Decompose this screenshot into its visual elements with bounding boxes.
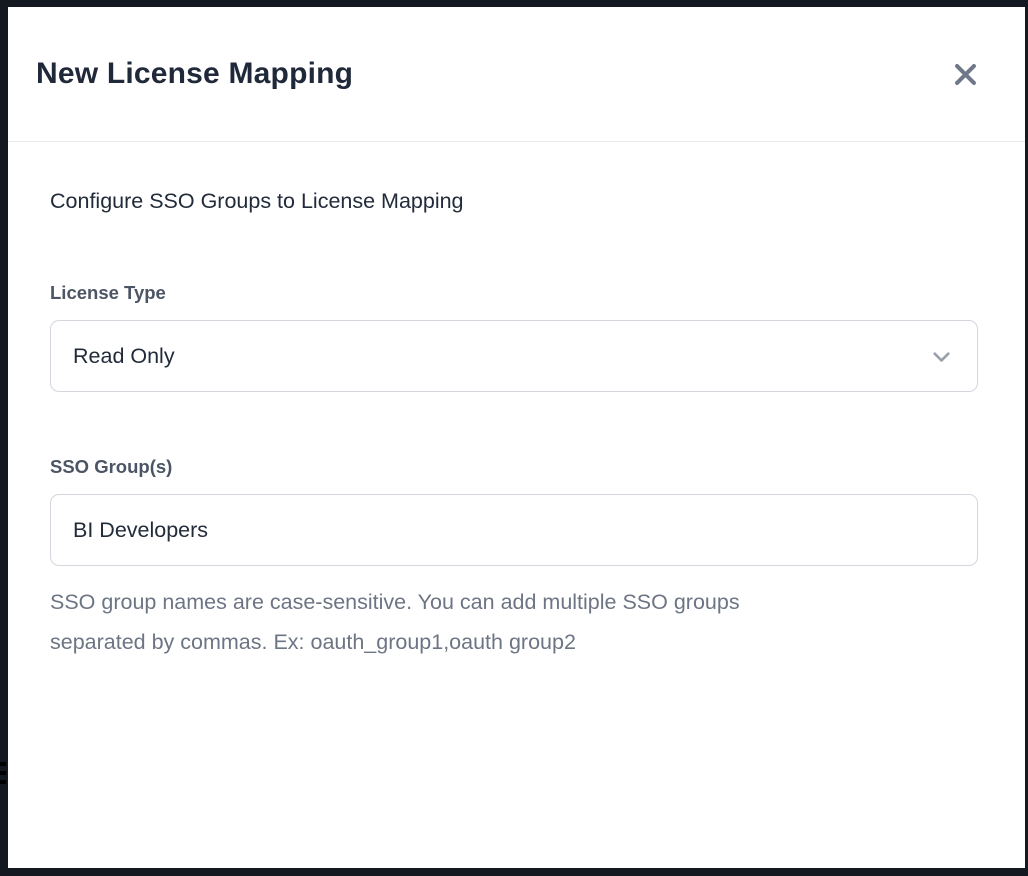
new-license-mapping-modal: New License Mapping Configure SSO Groups… xyxy=(8,7,1025,868)
sso-groups-input[interactable] xyxy=(50,494,978,566)
license-type-label: License Type xyxy=(50,280,978,306)
sso-groups-help-line2: separated by commas. Ex: oauth_group1,oa… xyxy=(50,622,930,662)
modal-body: Configure SSO Groups to License Mapping … xyxy=(8,142,1025,662)
close-icon xyxy=(952,61,979,88)
modal-subtitle: Configure SSO Groups to License Mapping xyxy=(50,188,978,214)
chevron-down-icon xyxy=(928,343,955,370)
close-button[interactable] xyxy=(948,57,983,92)
sso-groups-label: SSO Group(s) xyxy=(50,454,978,480)
modal-title: New License Mapping xyxy=(36,57,353,91)
license-type-field: License Type Read Only xyxy=(50,280,978,392)
page-background: New License Mapping Configure SSO Groups… xyxy=(0,0,1028,876)
sso-groups-field: SSO Group(s) SSO group names are case-se… xyxy=(50,454,978,662)
modal-header: New License Mapping xyxy=(8,7,1025,142)
license-type-select[interactable]: Read Only xyxy=(50,320,978,392)
background-list-icon xyxy=(0,762,6,789)
license-type-selected-value: Read Only xyxy=(73,344,175,369)
sso-groups-help: SSO group names are case-sensitive. You … xyxy=(50,582,930,662)
sso-groups-help-line1: SSO group names are case-sensitive. You … xyxy=(50,582,930,622)
